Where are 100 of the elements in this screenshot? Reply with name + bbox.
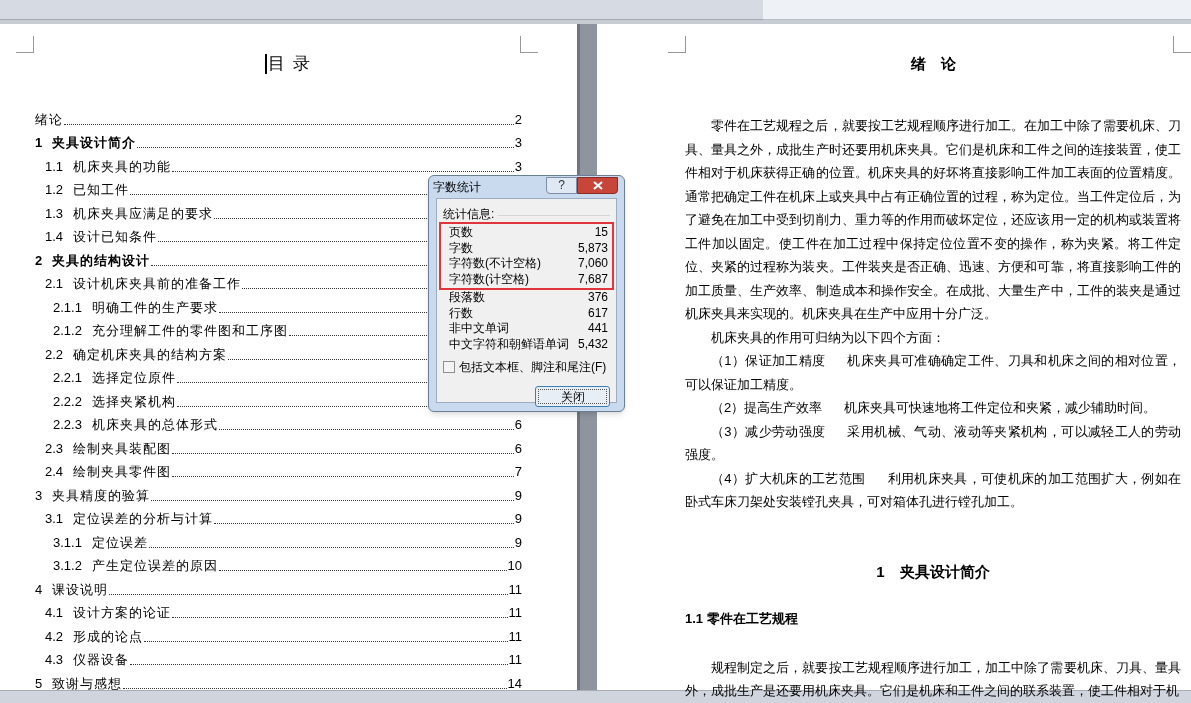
toc-entry-title[interactable]: 夹具精度的验算 xyxy=(52,487,151,504)
toc-number: 2.1 xyxy=(45,276,64,292)
toc-entry-title[interactable]: 绘制夹具零件图 xyxy=(73,464,172,480)
paragraph: 机床夹具的作用可归纳为以下四个方面： xyxy=(710,328,946,347)
toc-entry-title[interactable]: 设计机床夹具前的准备工作 xyxy=(73,276,242,292)
crop-mark xyxy=(668,36,686,53)
toc-page-number: 11 xyxy=(508,652,522,668)
toc-number: 2 xyxy=(35,252,43,269)
toc-page-number: 9 xyxy=(514,487,522,504)
toc-number: 2.2.3 xyxy=(53,417,82,433)
paragraph: 零件在工艺规程之后，就要按工艺规程顺序进行加工。在加工中除了需要机床、刀具、量具之外，成批生产时还要用机床夹具。它们是机床和工件之间的连接装置，使工件相对于机床获得正确的位置。机床夹具的好坏将直接影响工件加工表面的位置精度。通常把确定工件在机床上或夹具中占有正确位置的过程，称为定位。当工件定位后，为了避免在加工中受到切削力、重力等的作用而破坏定位，还应该用一定的机构或装置将工件加以固定。使工件在加工过程中保持定位位置不变的操作，称为夹紧。将工件定位、夹紧的过程称为装夹。工件装夹是否正确、迅速、方便和可靠，将直接影响工件的加工质量、生产效率、制造成本和操作安全。在成批、大量生产中，工件的装夹是通过机床夹具来实现的。机床夹具在生产中应用十分广泛。 xyxy=(685,117,1181,323)
toc-page-number: 14 xyxy=(507,675,522,692)
toc-entry-title[interactable]: 已知工件 xyxy=(73,182,130,198)
toc-entry-title[interactable]: 夹具设计简介 xyxy=(52,135,137,151)
toc-page-number: 7 xyxy=(514,464,522,480)
toc-page-number: 2 xyxy=(514,111,522,128)
stat-label: 字符数(不计空格) xyxy=(449,256,541,272)
toc-entry-title[interactable]: 绪论 xyxy=(35,111,63,128)
toc-number: 4 xyxy=(35,581,43,598)
toc-number: 4.2 xyxy=(45,628,64,645)
toc-number: 1 xyxy=(35,135,43,151)
subsection-heading: 1.1 零件在工艺规程 xyxy=(685,609,799,628)
toc-entry-title[interactable]: 夹具的结构设计 xyxy=(52,252,151,269)
toc-number: 3.1 xyxy=(45,511,64,527)
toc-page-number: 10 xyxy=(507,558,522,574)
help-button[interactable]: ? xyxy=(546,176,577,194)
toc-page-number: 9 xyxy=(514,511,522,527)
section-heading: 1 夹具设计简介 xyxy=(875,561,991,582)
toc-entry-title[interactable]: 形成的论点 xyxy=(73,628,144,645)
list-item-paragraph: （3）减少劳动强度 采用机械、气动、液动等夹紧机构，可以减轻工人的劳动强度。 xyxy=(685,422,1181,464)
stat-label: 字符数(计空格) xyxy=(449,271,529,287)
toc-number: 1.1 xyxy=(45,158,64,175)
list-item-paragraph: （2）提高生产效率 机床夹具可快速地将工件定位和夹紧，减少辅助时间。 xyxy=(710,399,1158,417)
paragraph: 规程制定之后，就要按工艺规程顺序进行加工，加工中除了需要机床、刀具、量具外，成批生产是还要用机床夹具。它们是机床和工件之间的联系装置，使工件相对于机 xyxy=(685,658,1181,700)
toc-number: 2.2 xyxy=(45,346,64,363)
stat-value: 7,060 xyxy=(577,256,608,272)
toc-title: 目 录 xyxy=(267,54,313,75)
group-label: 统计信息: xyxy=(443,207,495,221)
toc-number: 3.1.2 xyxy=(53,558,82,574)
toc-entry-title[interactable]: 确定机床夹具的结构方案 xyxy=(73,346,228,363)
close-button[interactable] xyxy=(577,176,618,194)
toc-number: 2.2.2 xyxy=(53,393,82,410)
stat-value: 5,873 xyxy=(577,240,608,256)
stat-value: 15 xyxy=(594,225,608,241)
toc-entry-title[interactable]: 致谢与感想 xyxy=(52,675,123,692)
stat-value: 7,687 xyxy=(577,271,608,287)
toc-entry-title[interactable]: 产生定位误差的原因 xyxy=(91,558,218,574)
dialog-title: 字数统计 xyxy=(433,179,482,196)
toc-entry-title[interactable]: 机床夹具的总体形式 xyxy=(91,417,218,433)
toc-number: 2.1.1 xyxy=(53,299,82,316)
toc-page-number: 3 xyxy=(514,135,522,151)
toc-entry-title[interactable]: 课设说明 xyxy=(52,581,109,598)
toc-number: 4.3 xyxy=(45,652,64,668)
stat-value: 617 xyxy=(587,305,608,321)
toc-entry-title[interactable]: 定位误差 xyxy=(91,534,148,551)
stat-value: 441 xyxy=(587,321,608,337)
text-cursor xyxy=(264,54,267,74)
stat-value: 5,432 xyxy=(577,336,608,352)
crop-mark xyxy=(520,36,538,53)
toc-entry-title[interactable]: 定位误差的分析与计算 xyxy=(73,511,214,527)
stat-label: 页数 xyxy=(449,225,473,241)
toc-page-number: 6 xyxy=(514,440,522,457)
toc-page-number: 11 xyxy=(508,581,522,598)
checkbox-label[interactable]: 包括文本框、脚注和尾注(F) xyxy=(459,358,607,376)
page-title: 绪 论 xyxy=(909,54,957,74)
toc-entry-title[interactable]: 充分理解工件的零件图和工序图 xyxy=(91,323,288,339)
stat-label: 行数 xyxy=(449,305,473,321)
toc-number: 2.4 xyxy=(45,464,64,480)
toc-entry-title[interactable]: 机床夹具的功能 xyxy=(73,158,172,175)
toc-number: 2.3 xyxy=(45,440,64,457)
toc-page-number: 9 xyxy=(514,534,522,551)
toc-page-number: 3 xyxy=(514,158,522,175)
toc-entry-title[interactable]: 明确工件的生产要求 xyxy=(91,299,218,316)
toc-entry-title[interactable]: 选择定位原件 xyxy=(91,370,176,386)
stat-label: 中文字符和朝鲜语单词 xyxy=(449,336,569,352)
toc-number: 1.3 xyxy=(45,205,64,222)
stat-label: 段落数 xyxy=(449,290,485,306)
toc-number: 4.1 xyxy=(45,605,64,621)
toc-entry-title[interactable]: 仪器设备 xyxy=(73,652,130,668)
toc-number: 1.4 xyxy=(45,229,64,245)
list-item-paragraph: （1）保证加工精度 机床夹具可准确确定工件、刀具和机床之间的相对位置，可以保证加工精度。 xyxy=(685,352,1181,394)
toc-entry-title[interactable]: 机床夹具应满足的要求 xyxy=(73,205,214,222)
toc-entry-title[interactable]: 设计方案的论证 xyxy=(73,605,172,621)
toc-entry-title[interactable]: 绘制夹具装配图 xyxy=(73,440,172,457)
crop-mark xyxy=(1173,36,1191,53)
toc-number: 3.1.1 xyxy=(53,534,82,551)
stat-label: 字数 xyxy=(449,240,473,256)
toc-entry-title[interactable]: 选择夹紧机构 xyxy=(91,393,176,410)
toc-number: 1.2 xyxy=(45,182,64,198)
stat-label: 非中文单词 xyxy=(449,321,509,337)
toc-number: 5 xyxy=(35,675,43,692)
crop-mark xyxy=(16,36,34,53)
toc-page-number: 6 xyxy=(514,417,522,433)
list-item-paragraph: （4）扩大机床的工艺范围 利用机床夹具，可使机床的加工范围扩大，例如在卧式车床刀架处安装镗孔夹具，可对箱体孔进行镗孔加工。 xyxy=(685,469,1181,511)
checkbox[interactable] xyxy=(443,361,455,373)
toc-page-number: 11 xyxy=(508,628,522,645)
toc-number: 2.2.1 xyxy=(53,370,82,386)
toc-entry-title[interactable]: 设计已知条件 xyxy=(73,229,158,245)
toc-number: 3 xyxy=(35,487,43,504)
close-dialog-button[interactable]: 关闭 xyxy=(535,386,610,407)
